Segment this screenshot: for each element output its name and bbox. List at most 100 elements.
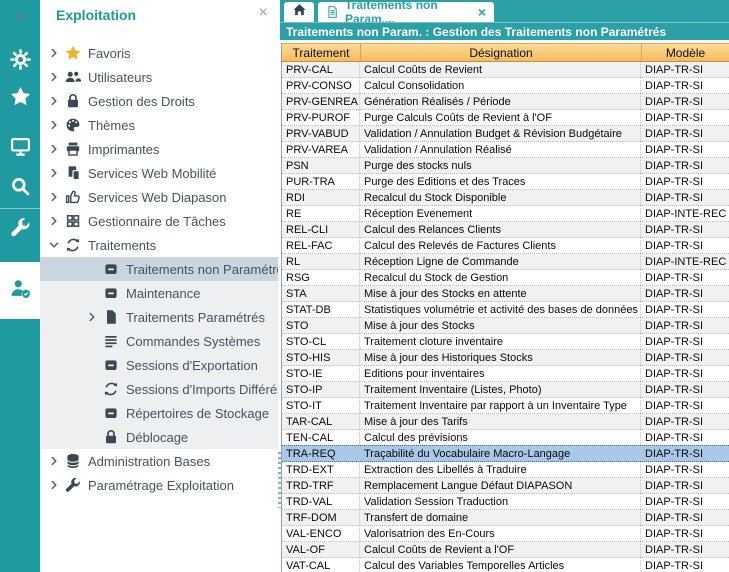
sidebar-item-deblocage[interactable]: Déblocage: [40, 425, 278, 449]
sidebar-item-traitements[interactable]: Traitements: [40, 233, 278, 257]
cell-designation: Calcul Coûts de Revient: [360, 62, 641, 77]
sidebar-item-utilisateurs[interactable]: Utilisateurs: [40, 65, 278, 89]
chevron-right-icon[interactable]: [86, 311, 98, 323]
sidebar-item-administration-bases[interactable]: Administration Bases: [40, 449, 278, 473]
table-row-prv-purof[interactable]: PRV-PUROFPurge Calculs Coûts de Revient …: [282, 110, 729, 126]
sidebar-item-traitements-non-parametres[interactable]: Traitements non Paramétrés: [40, 257, 278, 281]
wrench-icon: [64, 477, 81, 494]
sidebar-item-repertoires-de-stockage[interactable]: Répertoires de Stockage: [40, 401, 278, 425]
tab-home[interactable]: [284, 2, 314, 22]
table-row-ten-cal[interactable]: TEN-CALCalcul des prévisionsDIAP-TR-SI: [282, 430, 729, 446]
table-row-trd-val[interactable]: TRD-VALValidation Session TraductionDIAP…: [282, 494, 729, 510]
users-icon: [64, 69, 81, 86]
table-row-sto-ip[interactable]: STO-IPTraitement Inventaire (Listes, Pho…: [282, 382, 729, 398]
table-row-stat-db[interactable]: STAT-DBStatistiques volumétrie et activi…: [282, 302, 729, 318]
chevron-right-icon[interactable]: [48, 119, 60, 131]
table-row-val-enco[interactable]: VAL-ENCOValorisatrion des En-CoursDIAP-T…: [282, 526, 729, 542]
table-row-prv-conso[interactable]: PRV-CONSOCalcul ConsolidationDIAP-TR-SI: [282, 78, 729, 94]
table-row-trd-trf[interactable]: TRD-TRFRemplacement Langue Défaut DIAPAS…: [282, 478, 729, 494]
table-row-sta[interactable]: STAMise à jour des Stocks en attenteDIAP…: [282, 286, 729, 302]
sidebar-item-favoris[interactable]: Favoris: [40, 41, 278, 65]
column-header-modele[interactable]: Modèle: [641, 44, 729, 61]
cell-modele: DIAP-TR-SI: [641, 110, 729, 125]
table-row-psn[interactable]: PSNPurge des stocks nulsDIAP-TR-SI: [282, 158, 729, 174]
sidebar-item-commandes-systemes[interactable]: Commandes Systèmes: [40, 329, 278, 353]
sidebar-item-gestionnaire-de-taches[interactable]: Gestionnaire de Tâches: [40, 209, 278, 233]
cell-modele: DIAP-TR-SI: [641, 126, 729, 141]
rail-item-search[interactable]: [0, 169, 40, 209]
cell-designation: Transfert de domaine: [360, 510, 641, 525]
chevron-right-icon[interactable]: [48, 71, 60, 83]
home-icon: [292, 2, 307, 22]
chevron-right-icon[interactable]: [48, 47, 60, 59]
sidebar-item-parametrage-exploitation[interactable]: Paramétrage Exploitation: [40, 473, 278, 497]
sidebar-item-gestion-des-droits[interactable]: Gestion des Droits: [40, 89, 278, 113]
table-row-rl[interactable]: RLRéception Ligne de CommandeDIAP-INTE-R…: [282, 254, 729, 270]
tab-traitements-non-param[interactable]: Traitements non Param.... ×: [318, 2, 494, 22]
table-row-val-of[interactable]: VAL-OFCalcul Coûts de Revient a l'OFDIAP…: [282, 542, 729, 558]
table-row-trf-dom[interactable]: TRF-DOMTransfert de domaineDIAP-TR-SI: [282, 510, 729, 526]
table-row-sto-his[interactable]: STO-HISMise à jour des Historiques Stock…: [282, 350, 729, 366]
close-icon[interactable]: ×: [259, 5, 268, 21]
chevron-right-icon[interactable]: [48, 455, 60, 467]
chevron-down-icon[interactable]: [48, 239, 60, 251]
table-row-prv-genrea[interactable]: PRV-GENREAGénération Réalisés / PériodeD…: [282, 94, 729, 110]
cell-traitement: TAR-CAL: [282, 414, 360, 429]
sidebar-item-sessions-d-imports-differes[interactable]: Sessions d'Imports Différés: [40, 377, 278, 401]
tab-close-icon[interactable]: ×: [478, 5, 486, 19]
sidebar-item-maintenance[interactable]: Maintenance: [40, 281, 278, 305]
cell-designation: Génération Réalisés / Période: [360, 94, 641, 109]
rail-item-star[interactable]: [0, 79, 40, 119]
table-row-sto-ie[interactable]: STO-IEEditions pour inventairesDIAP-TR-S…: [282, 366, 729, 382]
cell-traitement: TRA-REQ: [282, 446, 360, 461]
table-row-sto-it[interactable]: STO-ITTraitement Inventaire par rapport …: [282, 398, 729, 414]
rail-item-gear[interactable]: [0, 42, 40, 82]
chevron-right-icon[interactable]: [48, 191, 60, 203]
sidebar-item-services-web-diapason[interactable]: Services Web Diapason: [40, 185, 278, 209]
chevron-right-icon[interactable]: [48, 215, 60, 227]
cell-designation: Purge des stocks nuls: [360, 158, 641, 173]
sidebar-item-imprimantes[interactable]: Imprimantes: [40, 137, 278, 161]
cell-traitement: RDI: [282, 190, 360, 205]
page-title: Traitements non Param. : Gestion des Tra…: [280, 22, 729, 40]
sidebar-item-sessions-d-exportation[interactable]: Sessions d'Exportation: [40, 353, 278, 377]
cell-modele: DIAP-TR-SI: [641, 558, 729, 571]
sidebar-item-traitements-parametres[interactable]: Traitements Paramétrés: [40, 305, 278, 329]
table-row-sto[interactable]: STOMise à jour des StocksDIAP-TR-SI: [282, 318, 729, 334]
table-row-rel-fac[interactable]: REL-FACCalcul des Relevés de Factures Cl…: [282, 238, 729, 254]
table-row-vat-cal[interactable]: VAT-CALCalcul des Variables Temporelles …: [282, 558, 729, 571]
chevron-right-icon[interactable]: [48, 479, 60, 491]
table-row-prv-varea[interactable]: PRV-VAREAValidation / Annulation Réalisé…: [282, 142, 729, 158]
chevron-right-icon[interactable]: [48, 143, 60, 155]
rail-item-wrench[interactable]: [0, 210, 40, 250]
table-row-tar-cal[interactable]: TAR-CALMise à jour des TarifsDIAP-TR-SI: [282, 414, 729, 430]
left-icon-rail: «: [0, 0, 40, 572]
cell-designation: Mise à jour des Stocks: [360, 318, 641, 333]
chevron-right-icon[interactable]: [48, 95, 60, 107]
table-row-rel-cli[interactable]: REL-CLICalcul des Relances ClientsDIAP-T…: [282, 222, 729, 238]
sidebar-item-label: Traitements: [88, 238, 156, 253]
table-row-rdi[interactable]: RDIRecalcul du Stock DisponibleDIAP-TR-S…: [282, 190, 729, 206]
cell-designation: Purge des Editions et des Traces: [360, 174, 641, 189]
table-row-trd-ext[interactable]: TRD-EXTExtraction des Libellés à Traduir…: [282, 462, 729, 478]
rail-item-monitor[interactable]: [0, 129, 40, 169]
sidebar-item-themes[interactable]: Thèmes: [40, 113, 278, 137]
sidebar-item-services-web-mobilite[interactable]: Services Web Mobilité: [40, 161, 278, 185]
table-row-prv-vabud[interactable]: PRV-VABUDValidation / Annulation Budget …: [282, 126, 729, 142]
chevron-right-icon[interactable]: [48, 167, 60, 179]
minus-square-icon: [102, 261, 119, 278]
column-header-designation[interactable]: Désignation: [360, 44, 641, 61]
cell-modele: DIAP-TR-SI: [641, 78, 729, 93]
rail-item-collapse-chevrons[interactable]: «: [0, 4, 40, 30]
data-grid: TraitementDésignationModèle PRV-CALCalcu…: [281, 43, 729, 572]
cell-traitement: STO-IP: [282, 382, 360, 397]
table-row-pur-tra[interactable]: PUR-TRAPurge des Editions et des TracesD…: [282, 174, 729, 190]
table-row-re[interactable]: RERéception EvenementDIAP-INTE-REC: [282, 206, 729, 222]
table-row-rsg[interactable]: RSGRecalcul du Stock de GestionDIAP-TR-S…: [282, 270, 729, 286]
sidebar-item-label: Paramétrage Exploitation: [88, 478, 234, 493]
table-row-tra-req[interactable]: TRA-REQTraçabilité du Vocabulaire Macro-…: [282, 445, 729, 462]
column-header-traitement[interactable]: Traitement: [282, 44, 360, 61]
table-row-prv-cal[interactable]: PRV-CALCalcul Coûts de RevientDIAP-TR-SI: [282, 62, 729, 78]
table-row-sto-cl[interactable]: STO-CLTraitement cloture inventaireDIAP-…: [282, 334, 729, 350]
rail-item-user-shield[interactable]: [0, 262, 40, 319]
